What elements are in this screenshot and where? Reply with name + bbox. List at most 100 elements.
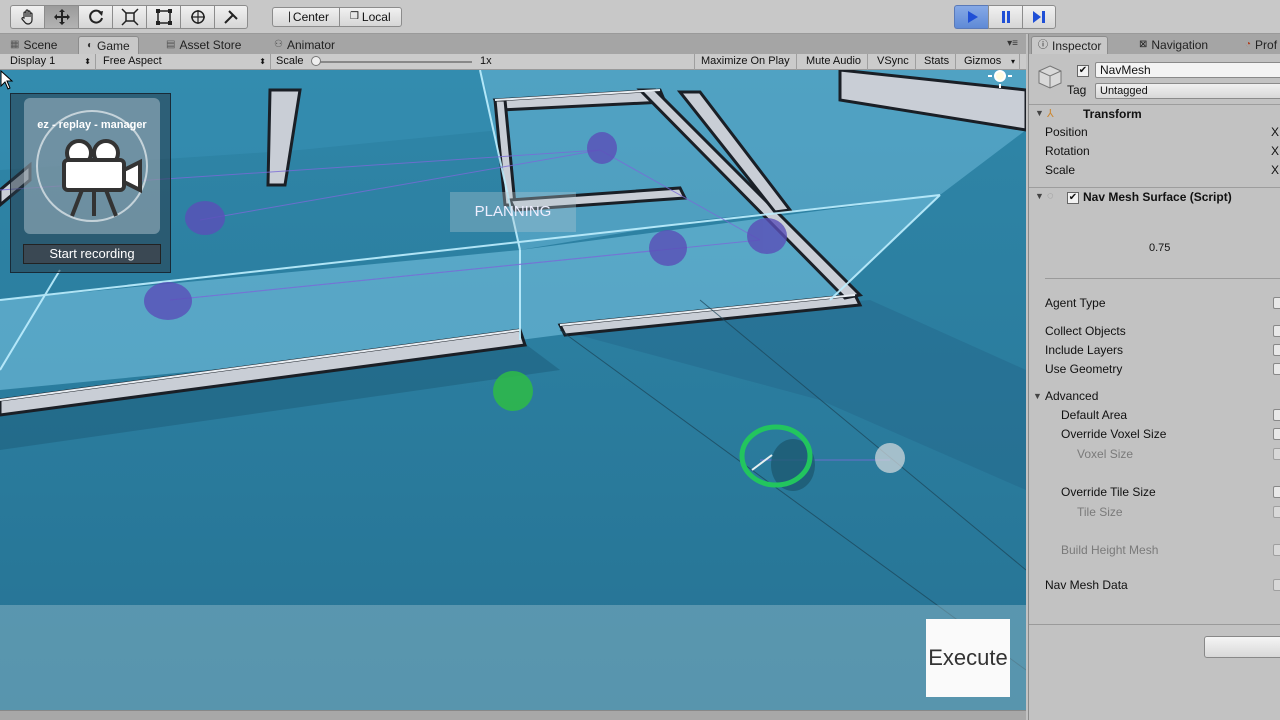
agent-type-label: Agent Type bbox=[1045, 296, 1106, 310]
navmesh-surface-header[interactable]: ▼ ◌ ✔ Nav Mesh Surface (Script) bbox=[1029, 187, 1280, 207]
tile-size-label: Tile Size bbox=[1077, 505, 1123, 519]
pivot-space-toggle[interactable]: ❒ Local bbox=[338, 7, 402, 27]
nav-mesh-data-field[interactable] bbox=[1273, 579, 1280, 591]
bottom-ui-band bbox=[0, 605, 1026, 710]
default-area-dropdown[interactable] bbox=[1273, 409, 1280, 421]
position-row: Position X bbox=[1029, 123, 1280, 141]
tab-menu-icon[interactable]: ▾≡ bbox=[1007, 38, 1018, 49]
collect-objects-row: Collect Objects bbox=[1029, 322, 1280, 340]
scale-label: Scale bbox=[1045, 163, 1076, 177]
pivot-controls: ▕ Center ❒ Local bbox=[272, 7, 402, 27]
rotate-tool-button[interactable] bbox=[78, 5, 112, 29]
position-x-label[interactable]: X bbox=[1271, 123, 1279, 141]
play-button[interactable] bbox=[954, 5, 988, 29]
pause-button[interactable] bbox=[988, 5, 1022, 29]
step-icon bbox=[1033, 11, 1045, 23]
dropdown-arrow-icon: ▾ bbox=[1010, 57, 1015, 66]
scene-grid-icon: ▦ bbox=[10, 39, 20, 50]
nav-mesh-data-row: Nav Mesh Data bbox=[1029, 576, 1280, 594]
mouse-cursor-icon bbox=[0, 70, 14, 90]
advanced-label: Advanced bbox=[1045, 389, 1099, 403]
game-viewport[interactable]: ez - replay - manager Start recording PL… bbox=[0, 70, 1026, 710]
custom-tool-button[interactable] bbox=[214, 5, 248, 29]
advanced-foldout[interactable]: ▼ Advanced bbox=[1029, 387, 1280, 405]
tab-scene[interactable]: ▦ Scene bbox=[2, 36, 65, 54]
replay-manager-panel: ez - replay - manager Start recording bbox=[10, 93, 171, 273]
dropdown-arrow-icon: ⬍ bbox=[259, 57, 266, 66]
mute-audio-toggle[interactable]: Mute Audio bbox=[800, 54, 869, 70]
transform-tool-button[interactable] bbox=[180, 5, 214, 29]
scale-slider-track[interactable] bbox=[316, 61, 472, 63]
hand-icon bbox=[20, 9, 33, 25]
override-tile-size-checkbox[interactable] bbox=[1273, 486, 1280, 498]
display-dropdown[interactable]: Display 1 ⬍ bbox=[4, 54, 96, 70]
gizmos-dropdown[interactable]: Gizmos ▾ bbox=[958, 54, 1020, 70]
override-voxel-size-checkbox[interactable] bbox=[1273, 428, 1280, 440]
tab-asset-store[interactable]: ▤ Asset Store bbox=[158, 36, 249, 54]
info-icon: ⓘ bbox=[1038, 39, 1048, 51]
use-geometry-dropdown[interactable] bbox=[1273, 363, 1280, 375]
object-name-field[interactable]: NavMesh bbox=[1095, 62, 1280, 78]
scale-x-label[interactable]: X bbox=[1271, 161, 1279, 179]
tab-animator[interactable]: ⚇ Animator bbox=[266, 36, 343, 54]
rotation-label: Rotation bbox=[1045, 144, 1090, 158]
hand-tool-button[interactable] bbox=[10, 5, 44, 29]
tile-size-row: Tile Size bbox=[1029, 503, 1280, 521]
add-component-button[interactable]: A bbox=[1204, 636, 1280, 658]
tab-game-label: Game bbox=[97, 38, 130, 53]
navigation-icon: ⊠ bbox=[1139, 39, 1148, 50]
vsync-toggle[interactable]: VSync bbox=[871, 54, 916, 70]
navmesh-surface-title: Nav Mesh Surface (Script) bbox=[1083, 190, 1232, 204]
rotation-x-label[interactable]: X bbox=[1271, 142, 1279, 160]
collect-objects-label: Collect Objects bbox=[1045, 324, 1126, 338]
scale-row: Scale X bbox=[1029, 161, 1280, 179]
tab-navigation[interactable]: ⊠ Navigation bbox=[1133, 36, 1214, 54]
override-voxel-size-label: Override Voxel Size bbox=[1061, 427, 1167, 441]
include-layers-dropdown[interactable] bbox=[1273, 344, 1280, 356]
tag-label: Tag bbox=[1067, 83, 1087, 97]
dropdown-arrow-icon: ⬍ bbox=[84, 57, 91, 66]
display-dropdown-label: Display 1 bbox=[10, 55, 56, 67]
pivot-center-toggle[interactable]: ▕ Center bbox=[272, 7, 339, 27]
move-tool-button[interactable] bbox=[44, 5, 78, 29]
tile-size-field bbox=[1273, 506, 1280, 518]
tab-inspector[interactable]: ⓘ Inspector bbox=[1031, 36, 1109, 54]
voxel-size-field bbox=[1273, 448, 1280, 460]
tab-game[interactable]: ◐ Game bbox=[78, 36, 139, 54]
step-button[interactable] bbox=[1022, 5, 1056, 29]
replay-manager-logo: ez - replay - manager bbox=[24, 98, 160, 234]
build-height-mesh-label: Build Height Mesh bbox=[1061, 543, 1159, 557]
agent-type-row: Agent Type bbox=[1029, 294, 1280, 312]
stats-toggle[interactable]: Stats bbox=[918, 54, 957, 70]
collect-objects-dropdown[interactable] bbox=[1273, 325, 1280, 337]
rect-tool-button[interactable] bbox=[146, 5, 180, 29]
voxel-size-label: Voxel Size bbox=[1077, 447, 1134, 461]
pivot-space-label: Local bbox=[361, 10, 391, 24]
active-checkbox[interactable]: ✔ bbox=[1077, 65, 1089, 77]
aspect-dropdown[interactable]: Free Aspect ⬍ bbox=[97, 54, 271, 70]
main-toolbar: ▕ Center ❒ Local bbox=[0, 0, 1280, 34]
agent-radius-value: 0.75 bbox=[1149, 242, 1171, 254]
transform-title: Transform bbox=[1083, 107, 1142, 121]
build-height-mesh-row: Build Height Mesh bbox=[1029, 541, 1280, 559]
inspector-panel: ⓘ Inspector ⊠ Navigation ◔ Prof ✔ NavMes… bbox=[1028, 34, 1280, 720]
transform-header[interactable]: ▼ ⅄ Transform bbox=[1029, 104, 1280, 124]
agent-radius-row: 0.75 bbox=[1029, 239, 1280, 257]
pivot-center-label: Center bbox=[292, 10, 329, 24]
navmesh-surface-enabled-checkbox[interactable]: ✔ bbox=[1067, 192, 1079, 204]
voxel-size-row: Voxel Size bbox=[1029, 445, 1280, 463]
tab-profiler[interactable]: ◔ Prof bbox=[1239, 36, 1280, 54]
default-area-label: Default Area bbox=[1061, 408, 1128, 422]
maximize-on-play-toggle[interactable]: Maximize On Play bbox=[694, 54, 797, 70]
agent-type-dropdown[interactable] bbox=[1273, 297, 1280, 309]
execute-button[interactable]: Execute bbox=[926, 619, 1010, 697]
scale-icon bbox=[120, 8, 139, 26]
tab-asset-store-label: Asset Store bbox=[179, 38, 242, 52]
scale-tool-button[interactable] bbox=[112, 5, 146, 29]
start-recording-button[interactable]: Start recording bbox=[23, 244, 161, 264]
tag-dropdown[interactable]: Untagged bbox=[1095, 83, 1280, 99]
scale-value: 1x bbox=[480, 55, 492, 67]
scale-slider-knob[interactable] bbox=[311, 56, 321, 66]
game-view-toolbar: Display 1 ⬍ Free Aspect ⬍ Scale 1x Maxim… bbox=[0, 54, 1026, 70]
aspect-dropdown-label: Free Aspect bbox=[103, 55, 162, 67]
